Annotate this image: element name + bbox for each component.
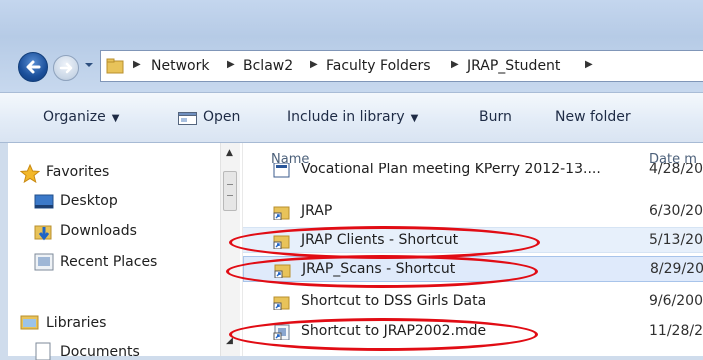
file-name: JRAP Clients - Shortcut: [301, 232, 459, 248]
include-in-library-button[interactable]: Include in library ▼: [287, 109, 418, 125]
file-date: 11/28/2: [649, 323, 703, 339]
nav-libraries[interactable]: Libraries: [46, 315, 106, 331]
file-date: 8/29/20: [650, 261, 703, 277]
file-row[interactable]: Shortcut to JRAP2002.mde 11/28/2: [243, 319, 703, 345]
file-row[interactable]: Vocational Plan meeting KPerry 2012-13..…: [243, 163, 703, 181]
desktop-icon: [34, 194, 54, 209]
nav-downloads[interactable]: Downloads: [60, 223, 137, 239]
organize-label: Organize: [43, 109, 106, 125]
database-shortcut-icon: [273, 324, 290, 340]
folder-icon: [106, 58, 124, 74]
file-date: 4/28/20: [649, 163, 703, 177]
breadcrumb-faculty-folders[interactable]: Faculty Folders: [326, 58, 431, 74]
grip-icon: [227, 184, 233, 196]
libraries-icon: [20, 315, 39, 330]
folder-shortcut-icon: [273, 206, 290, 220]
chevron-right-icon[interactable]: ▶: [310, 59, 318, 70]
include-in-library-label: Include in library: [287, 109, 405, 125]
file-name: Vocational Plan meeting KPerry 2012-13..…: [301, 163, 601, 177]
burn-button[interactable]: Burn: [479, 109, 512, 125]
chevron-right-icon[interactable]: ▶: [133, 59, 141, 70]
documents-icon: [35, 342, 51, 360]
file-date: 9/6/200: [649, 293, 703, 309]
folder-shortcut-icon: [274, 264, 291, 278]
file-date: 6/30/20: [649, 203, 703, 219]
scroll-down-arrow-icon[interactable]: ◢: [226, 336, 233, 346]
open-window-icon: [178, 112, 197, 125]
nav-favorites[interactable]: Favorites: [46, 164, 109, 180]
chevron-down-icon: ▼: [111, 113, 120, 124]
organize-button[interactable]: Organize ▼: [43, 109, 119, 125]
window-titlebar: ▶ Network ▶ Bclaw2 ▶ Faculty Folders ▶ J…: [0, 0, 703, 92]
nav-recent-places[interactable]: Recent Places: [60, 254, 157, 270]
breadcrumb-jrap-student[interactable]: JRAP_Student: [467, 58, 560, 74]
command-toolbar: Organize ▼ Open Include in library ▼ Burn …: [0, 92, 703, 143]
forward-button[interactable]: [53, 55, 79, 81]
chevron-down-icon: ▼: [410, 113, 419, 124]
file-row[interactable]: Shortcut to DSS Girls Data 9/6/200: [243, 289, 703, 315]
navigation-pane: Favorites Desktop Downloads Recent Place…: [8, 143, 242, 360]
recent-places-icon: [34, 253, 54, 271]
chevron-right-icon[interactable]: ▶: [227, 59, 235, 70]
document-icon: [273, 163, 290, 178]
file-row[interactable]: JRAP_Scans - Shortcut 8/29/20: [243, 256, 703, 282]
scroll-up-arrow-icon[interactable]: ▲: [226, 148, 233, 158]
star-icon: [20, 164, 40, 183]
file-date: 5/13/20: [649, 232, 703, 248]
breadcrumb-bclaw2[interactable]: Bclaw2: [243, 58, 293, 74]
file-list: Name Date m Vocational Plan meeting KPer…: [242, 143, 703, 356]
recent-pages-dropdown-icon[interactable]: [83, 58, 95, 72]
file-name: Shortcut to JRAP2002.mde: [301, 323, 487, 339]
file-row[interactable]: JRAP 6/30/20: [243, 199, 703, 225]
back-arrow-icon: [26, 60, 41, 74]
chevron-right-icon[interactable]: ▶: [451, 59, 459, 70]
forward-arrow-icon: [59, 62, 73, 74]
scrollbar-thumb[interactable]: [223, 171, 237, 211]
folder-shortcut-icon: [273, 235, 290, 249]
file-name: Shortcut to DSS Girls Data: [301, 293, 487, 309]
file-row[interactable]: JRAP Clients - Shortcut 5/13/20: [243, 227, 703, 253]
nav-documents[interactable]: Documents: [60, 344, 140, 360]
back-button[interactable]: [18, 52, 48, 82]
address-bar[interactable]: ▶ Network ▶ Bclaw2 ▶ Faculty Folders ▶ J…: [100, 50, 703, 82]
open-button[interactable]: Open: [203, 109, 240, 125]
nav-scrollbar[interactable]: ▲: [220, 143, 240, 356]
file-name: JRAP: [301, 203, 333, 219]
breadcrumb-network[interactable]: Network: [151, 58, 209, 74]
file-name: JRAP_Scans - Shortcut: [302, 261, 456, 277]
chevron-right-icon[interactable]: ▶: [585, 59, 593, 70]
new-folder-button[interactable]: New folder: [555, 109, 631, 125]
downloads-icon: [34, 225, 52, 241]
folder-shortcut-icon: [273, 296, 290, 310]
nav-desktop[interactable]: Desktop: [60, 193, 118, 209]
